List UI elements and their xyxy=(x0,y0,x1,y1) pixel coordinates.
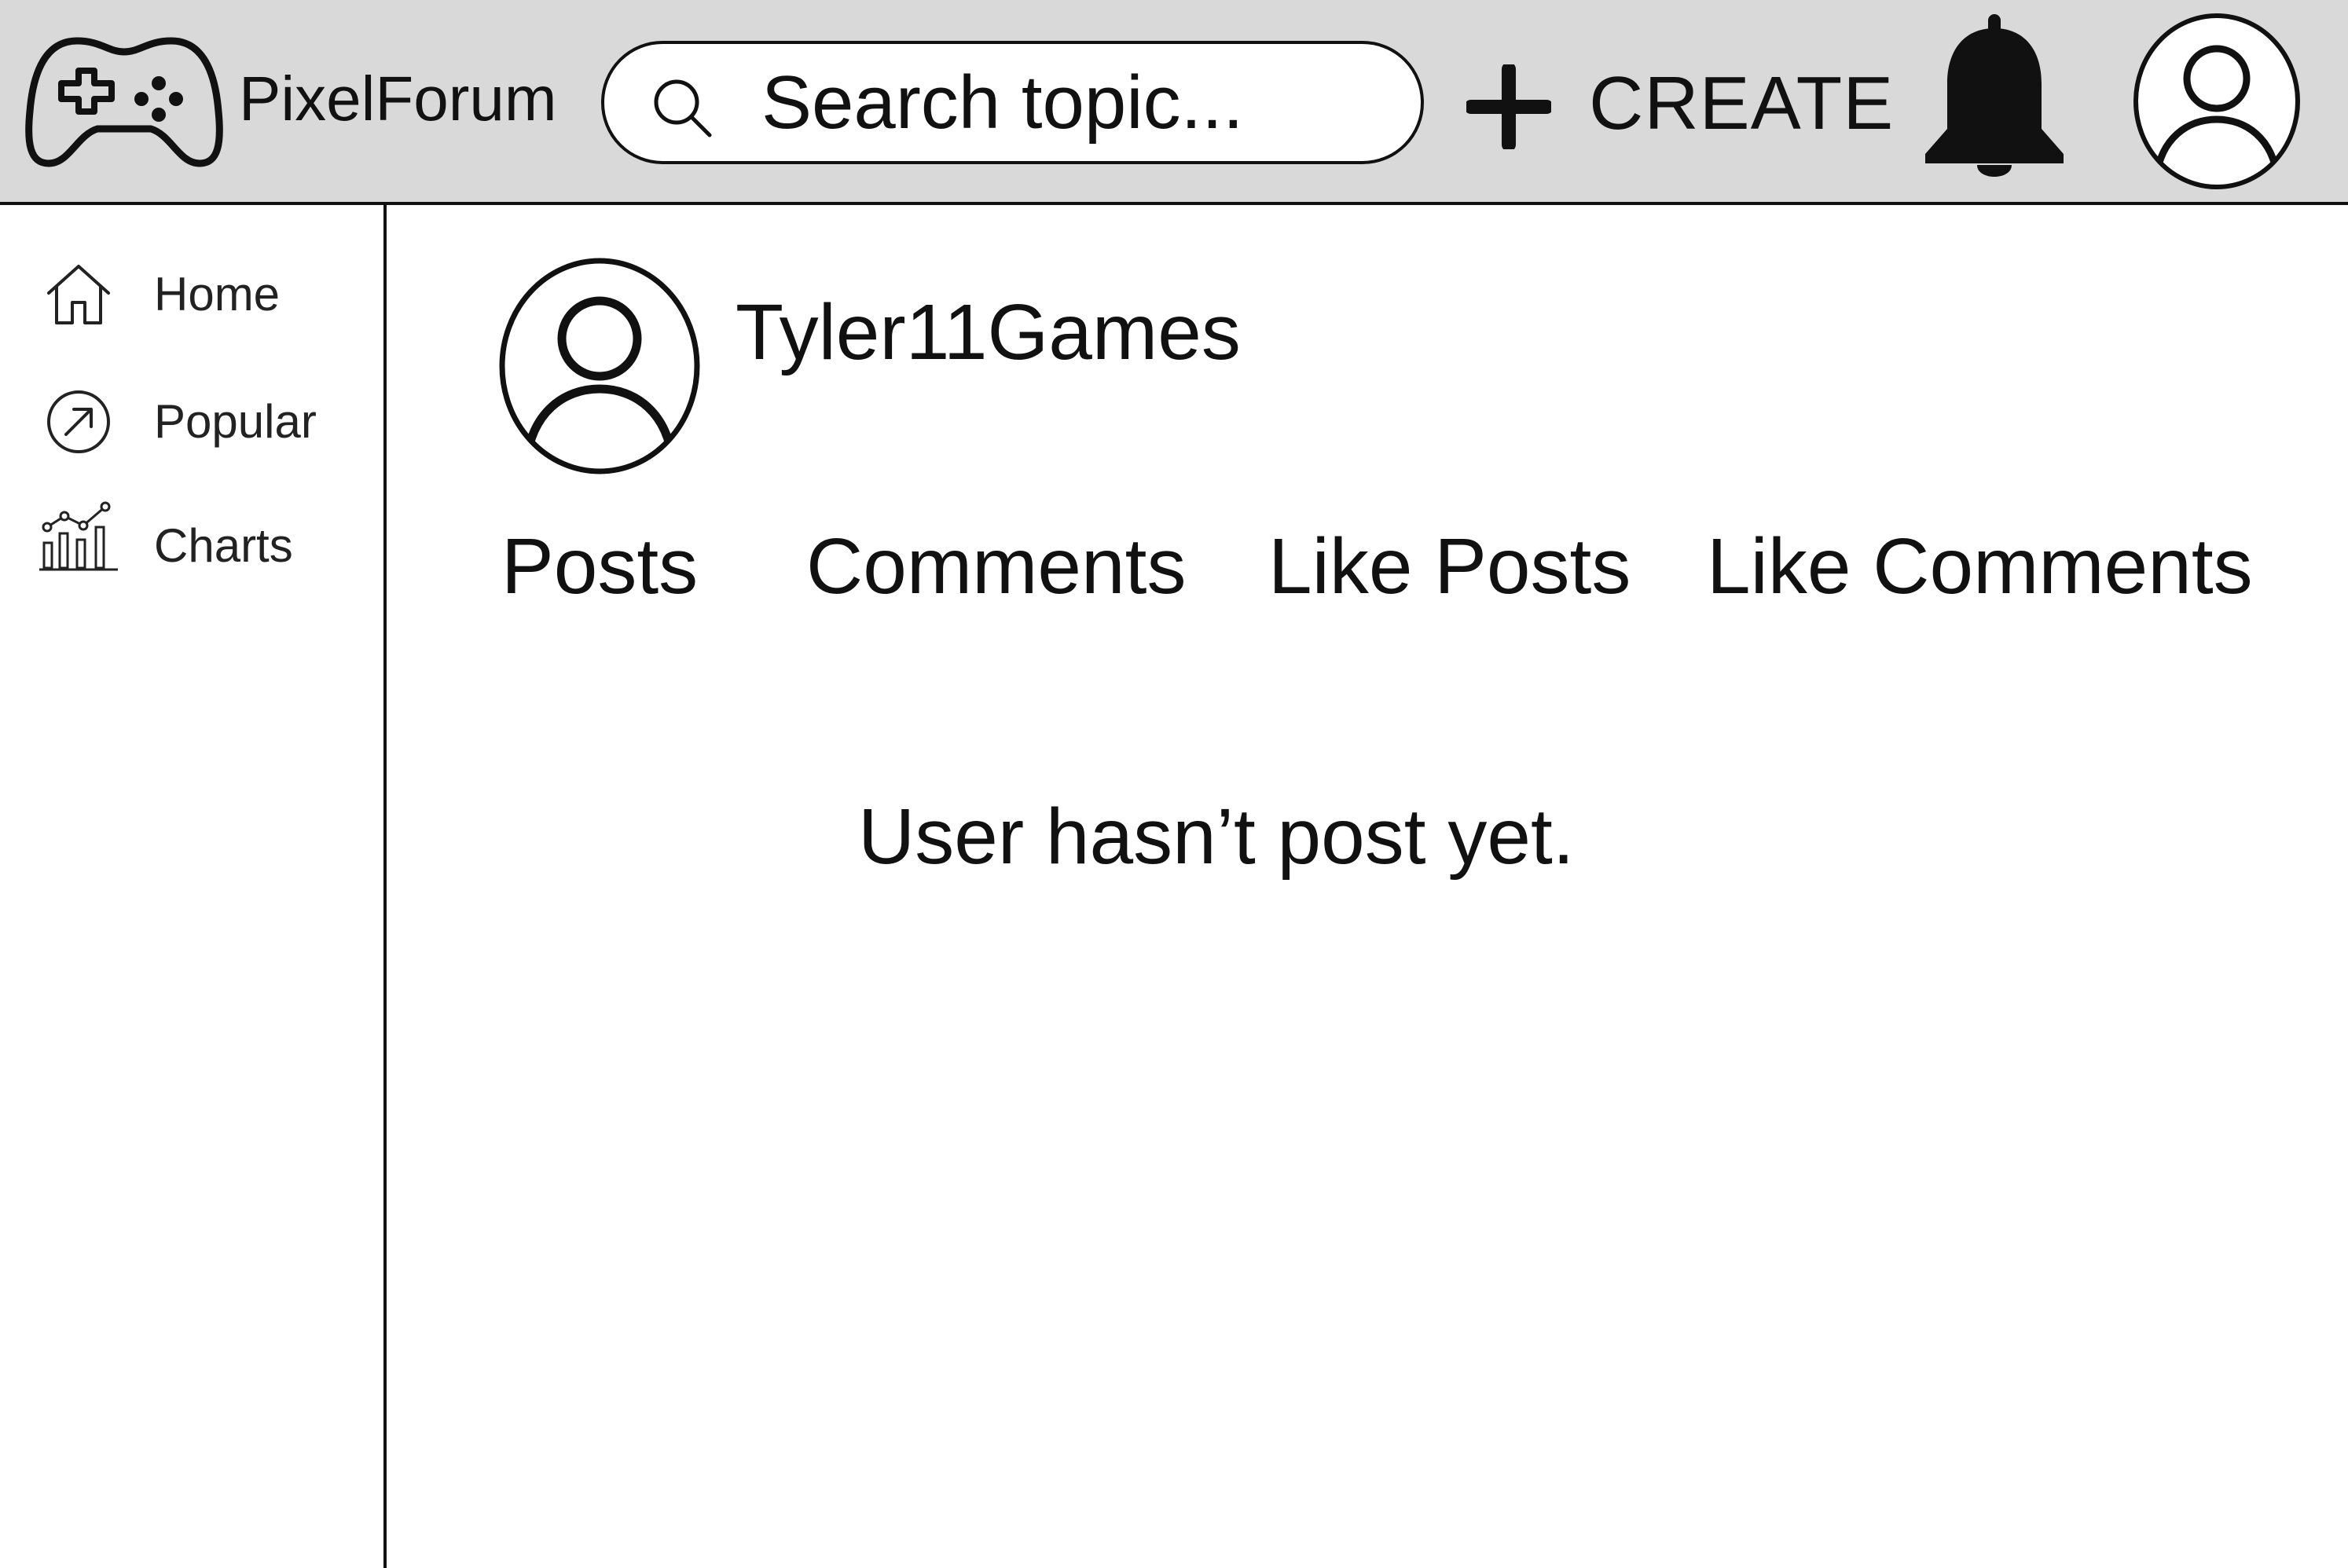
bell-icon[interactable] xyxy=(1919,11,2070,185)
user-avatar-icon xyxy=(499,258,700,474)
profile-username: Tyler11Games xyxy=(736,288,1241,376)
sidebar-item-home[interactable]: Home xyxy=(0,244,383,346)
bar-chart-icon xyxy=(39,501,118,571)
tab-like-comments[interactable]: Like Comments xyxy=(1707,519,2253,614)
sidebar-item-label: Home xyxy=(154,268,281,321)
create-label: CREATE xyxy=(1589,61,1895,145)
sidebar-item-popular[interactable]: Popular xyxy=(0,370,383,472)
create-button[interactable]: CREATE xyxy=(1463,47,1893,157)
search-bar[interactable] xyxy=(601,41,1424,164)
search-icon xyxy=(654,79,712,137)
search-input[interactable] xyxy=(761,60,1390,146)
empty-state-message: User hasn’t post yet. xyxy=(858,793,1575,881)
trending-arrow-icon xyxy=(47,390,110,453)
top-navigation-bar: PixelForum CREATE xyxy=(0,0,2348,205)
brand-name: PixelForum xyxy=(239,64,557,134)
gamepad-icon[interactable] xyxy=(22,33,226,171)
user-avatar-icon[interactable] xyxy=(2133,13,2301,190)
sidebar: Home Popular Charts xyxy=(0,205,387,1568)
sidebar-item-label: Popular xyxy=(154,395,317,448)
plus-icon xyxy=(1466,64,1551,149)
tab-comments[interactable]: Comments xyxy=(806,519,1186,614)
tab-posts[interactable]: Posts xyxy=(501,519,698,614)
home-icon xyxy=(47,265,110,324)
profile-content: Tyler11Games Posts Comments Like Posts L… xyxy=(387,205,2348,1568)
sidebar-item-label: Charts xyxy=(154,519,293,572)
tab-like-posts[interactable]: Like Posts xyxy=(1268,519,1631,614)
sidebar-item-charts[interactable]: Charts xyxy=(0,493,383,595)
